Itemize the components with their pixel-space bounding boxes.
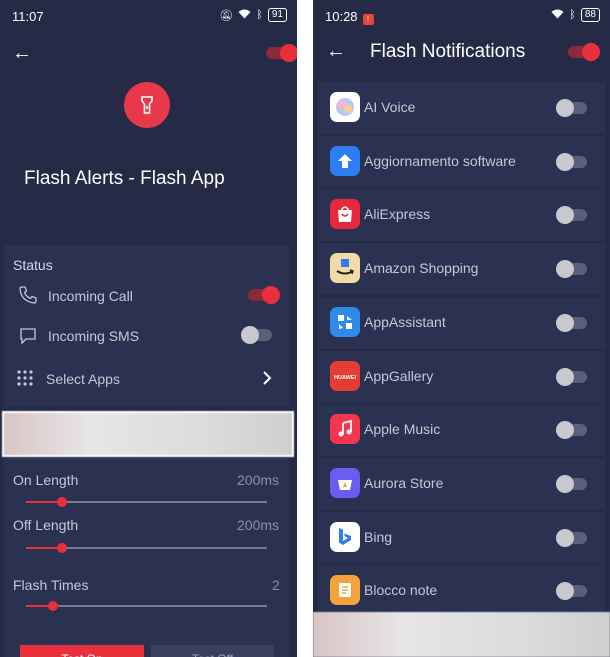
app-flash-toggle[interactable]	[556, 474, 587, 493]
app-flash-toggle[interactable]	[556, 528, 587, 547]
app-list-item[interactable]: Bing	[318, 511, 605, 564]
app-list-item[interactable]: Aurora Store	[318, 457, 605, 510]
incoming-sms-toggle[interactable]	[241, 326, 272, 344]
incoming-sms-label: Incoming SMS	[48, 328, 140, 344]
page-title: Flash Notifications	[370, 41, 526, 62]
status-bar: 11:07 🔕︎ ᛒ 91	[0, 0, 297, 30]
app-flash-toggle[interactable]	[556, 99, 587, 117]
select-apps-label[interactable]: Select Apps	[46, 371, 120, 387]
test-on-button[interactable]: Test On	[20, 645, 144, 657]
app-flash-toggle[interactable]	[556, 367, 587, 386]
off-length-slider[interactable]	[26, 541, 267, 555]
master-flash-toggle[interactable]	[266, 44, 297, 62]
huawei-icon: HUAWEI	[330, 360, 360, 391]
flash-times-value: 2	[272, 577, 280, 593]
app-name: AppAssistant	[364, 313, 446, 330]
app-name: AppGallery	[364, 367, 434, 384]
app-name: Apple Music	[364, 421, 441, 438]
svg-text:HUAWEI: HUAWEI	[334, 375, 356, 381]
aliexpress-bag-icon	[330, 199, 360, 230]
status-time: 10:28!	[325, 9, 374, 25]
app-list-item[interactable]: Apple Music	[318, 404, 605, 457]
app-list-item[interactable]: AliExpress	[318, 189, 605, 242]
status-icons: ᛒ 88	[551, 8, 600, 22]
mute-icon: 🔕︎	[219, 9, 234, 22]
slider-thumb[interactable]	[47, 601, 58, 611]
phone-icon	[18, 285, 38, 310]
app-list-item[interactable]: Blocco note	[318, 565, 605, 618]
app-list-item[interactable]: Amazon Shopping	[318, 243, 605, 296]
app-name: Aurora Store	[364, 474, 444, 491]
blurred-ad-banner	[2, 411, 294, 457]
flashlight-icon[interactable]	[124, 82, 170, 128]
app-flash-toggle[interactable]	[556, 206, 587, 225]
app-name: AliExpress	[364, 206, 431, 223]
notification-icon: !	[362, 14, 374, 25]
app-title: Flash Alerts - Flash App	[24, 168, 225, 189]
aurora-store-icon	[330, 467, 360, 498]
flash-notifications-screen: 10:28! ᛒ 88 ← Flash Notifications AI Voi…	[313, 0, 610, 657]
slider-thumb[interactable]	[57, 497, 68, 507]
app-name: Amazon Shopping	[364, 260, 479, 277]
chat-bubble-icon	[18, 326, 38, 351]
back-arrow-icon[interactable]: ←	[326, 40, 346, 63]
app-list-item[interactable]: Aggiornamento software	[318, 135, 605, 188]
app-assistant-icon	[330, 306, 360, 337]
chevron-right-icon[interactable]	[262, 369, 272, 390]
status-icons: 🔕︎ ᛒ 91	[219, 8, 287, 22]
app-list-item[interactable]: HUAWEI AppGallery	[318, 350, 605, 403]
battery-indicator: 91	[267, 8, 287, 22]
app-name: Blocco note	[364, 582, 438, 599]
off-length-label: Off Length	[13, 517, 79, 533]
app-flash-toggle[interactable]	[556, 313, 587, 332]
incoming-call-label: Incoming Call	[48, 288, 133, 304]
wifi-icon	[238, 9, 251, 22]
flash-times-slider[interactable]	[26, 599, 267, 613]
status-bar: 10:28! ᛒ 88	[313, 0, 610, 30]
amazon-icon	[330, 253, 360, 284]
back-arrow-icon[interactable]: ←	[12, 42, 32, 65]
test-off-button[interactable]: Test Off	[151, 645, 274, 657]
music-note-icon	[330, 414, 360, 445]
update-arrow-icon	[330, 145, 360, 176]
app-name: Aggiornamento software	[364, 152, 516, 169]
app-flash-toggle[interactable]	[556, 582, 587, 601]
wifi-icon	[551, 9, 564, 22]
on-length-label: On Length	[13, 472, 79, 488]
slider-track	[26, 605, 267, 607]
app-list-item[interactable]: AI Voice	[318, 82, 605, 134]
blurred-ad-banner	[313, 612, 610, 657]
battery-indicator: 88	[580, 8, 600, 22]
ai-voice-icon	[330, 92, 360, 122]
on-length-slider[interactable]	[26, 495, 267, 509]
status-section-label: Status	[13, 257, 53, 273]
master-notifications-toggle[interactable]	[568, 43, 600, 61]
app-flash-toggle[interactable]	[556, 260, 587, 279]
flash-alerts-screen: 11:07 🔕︎ ᛒ 91 ← Flash Alerts - Flash App…	[0, 0, 297, 657]
notes-icon	[330, 575, 360, 606]
bing-icon	[330, 521, 360, 552]
on-length-value: 200ms	[237, 472, 280, 488]
flash-times-label: Flash Times	[13, 577, 89, 593]
app-flash-toggle[interactable]	[556, 152, 587, 171]
app-list-item[interactable]: AppAssistant	[318, 296, 605, 349]
app-name: AI Voice	[364, 99, 416, 115]
app-name: Bing	[364, 528, 393, 545]
bluetooth-icon: ᛒ	[569, 9, 576, 21]
grid-apps-icon	[16, 369, 34, 392]
off-length-value: 200ms	[237, 517, 280, 533]
status-time: 11:07	[12, 9, 44, 24]
incoming-call-toggle[interactable]	[248, 286, 280, 304]
app-flash-toggle[interactable]	[556, 421, 587, 440]
bluetooth-icon: ᛒ	[256, 9, 263, 21]
slider-thumb[interactable]	[57, 543, 68, 553]
